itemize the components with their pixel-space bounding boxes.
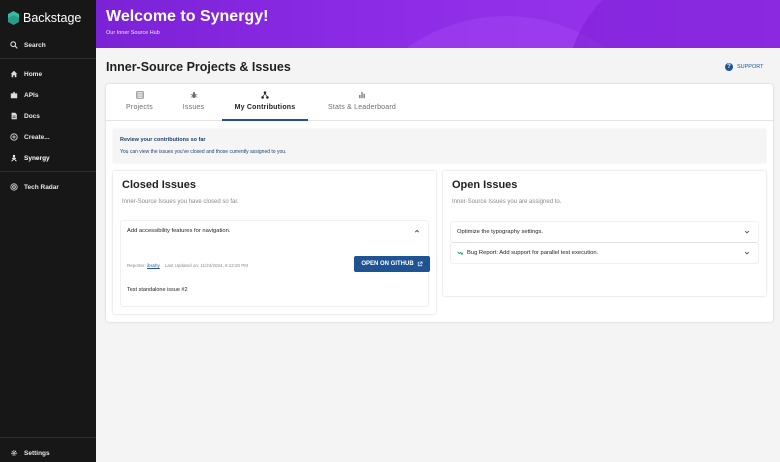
sidebar-item-search[interactable]: Search bbox=[0, 36, 96, 54]
tab-label: Projects bbox=[126, 104, 153, 111]
synergy-icon bbox=[11, 154, 17, 162]
closed-issues-title: Closed Issues bbox=[122, 179, 196, 191]
table-icon bbox=[135, 91, 144, 99]
banner-decoration bbox=[566, 0, 780, 48]
sidebar-item-tech-radar[interactable]: Tech Radar bbox=[0, 178, 96, 196]
sidebar-divider bbox=[0, 437, 96, 438]
reporter-link[interactable]: ibsshy bbox=[147, 263, 160, 268]
tab-issues[interactable]: Issues bbox=[173, 84, 214, 121]
tab-label: Stats & Leaderboard bbox=[327, 104, 396, 111]
sidebar-item-label: Synergy bbox=[24, 154, 50, 162]
issue-title: Add accessibility features for navigatio… bbox=[127, 228, 231, 234]
info-banner: Review your contributions so far You can… bbox=[113, 129, 766, 163]
add-circle-icon bbox=[10, 133, 18, 141]
header-banner: Welcome to Synergy! Our Inner Source Hub bbox=[96, 0, 780, 48]
bug-report-icon bbox=[457, 251, 463, 255]
search-icon bbox=[10, 41, 18, 49]
chevron-down-icon bbox=[744, 230, 750, 234]
chevron-up-icon bbox=[414, 229, 420, 233]
help-icon: ? bbox=[725, 63, 733, 71]
open-issues-title: Open Issues bbox=[452, 179, 518, 191]
backstage-logo-icon bbox=[8, 11, 19, 25]
open-on-github-button[interactable]: OPEN ON GITHUB bbox=[354, 256, 430, 272]
last-updated: Last Updated on: 11/24/2024, 6:12:20 PM bbox=[164, 263, 249, 268]
sidebar-item-synergy[interactable]: Synergy bbox=[0, 149, 96, 167]
button-label: OPEN ON GITHUB bbox=[361, 261, 414, 267]
sidebar-item-label: Search bbox=[24, 41, 46, 49]
tab-stats-leaderboard[interactable]: Stats & Leaderboard bbox=[318, 84, 406, 121]
tab-projects[interactable]: Projects bbox=[106, 84, 173, 121]
tab-my-contributions[interactable]: My Contributions bbox=[222, 84, 308, 121]
sidebar-item-label: Docs bbox=[24, 112, 40, 120]
accordion-header[interactable]: Optimize the typography settings. bbox=[451, 222, 758, 242]
issue-body: Test standalone issue #2 bbox=[127, 287, 188, 293]
reporter-label: Reporter: bbox=[127, 263, 146, 268]
sidebar: Backstage Search Home APIs Docs Create..… bbox=[0, 0, 96, 462]
gear-icon bbox=[11, 450, 17, 456]
sidebar-item-settings[interactable]: Settings bbox=[0, 444, 96, 462]
info-text: You can view the issues you've closed an… bbox=[120, 149, 287, 155]
backstage-logo[interactable]: Backstage bbox=[8, 11, 81, 25]
tab-label: Issues bbox=[182, 104, 205, 111]
open-issues-description: Inner-Source Issues you are assigned to. bbox=[452, 199, 562, 205]
sidebar-item-create[interactable]: Create... bbox=[0, 128, 96, 146]
page-title: Inner-Source Projects & Issues bbox=[106, 60, 291, 74]
active-tab-indicator bbox=[222, 119, 308, 121]
support-button[interactable]: ? SUPPORT bbox=[725, 63, 764, 71]
sidebar-item-home[interactable]: Home bbox=[0, 65, 96, 83]
issue-title: Bug Report: Add support for parallel tes… bbox=[467, 250, 599, 256]
support-label: SUPPORT bbox=[737, 64, 764, 70]
accordion-header[interactable]: Add accessibility features for navigatio… bbox=[121, 221, 428, 241]
banner-title: Welcome to Synergy! bbox=[106, 8, 269, 25]
radar-icon bbox=[10, 183, 18, 191]
sidebar-item-apis[interactable]: APIs bbox=[0, 86, 96, 104]
brand-name: Backstage bbox=[23, 11, 82, 25]
sidebar-item-label: APIs bbox=[24, 91, 39, 99]
accordion-header[interactable]: Bug Report: Add support for parallel tes… bbox=[451, 243, 758, 263]
sidebar-item-label: Tech Radar bbox=[24, 183, 59, 191]
issue-meta: Reporter: ibsshy Last Updated on: 11/24/… bbox=[127, 263, 248, 268]
open-issue-accordion: Optimize the typography settings. bbox=[451, 222, 758, 242]
closed-issue-accordion: Add accessibility features for navigatio… bbox=[121, 221, 430, 306]
bug-icon bbox=[190, 91, 197, 99]
open-issue-accordion: Bug Report: Add support for parallel tes… bbox=[451, 243, 758, 263]
info-title: Review your contributions so far bbox=[120, 137, 206, 143]
hierarchy-icon bbox=[261, 91, 269, 99]
home-icon bbox=[10, 70, 18, 78]
docs-icon bbox=[11, 112, 17, 120]
extension-icon bbox=[10, 91, 18, 99]
sidebar-divider bbox=[0, 58, 96, 59]
chevron-down-icon bbox=[744, 251, 750, 255]
closed-issues-description: Inner-Source Issues you have closed so f… bbox=[122, 199, 239, 205]
banner-subtitle: Our Inner Source Hub bbox=[106, 30, 160, 36]
tab-bar: Projects Issues My Contributions Stats &… bbox=[106, 84, 773, 121]
external-link-icon bbox=[417, 261, 423, 267]
sidebar-item-label: Settings bbox=[24, 449, 50, 457]
sidebar-divider bbox=[0, 171, 96, 172]
sidebar-item-label: Create... bbox=[24, 133, 50, 141]
open-issues-panel: Open Issues Inner-Source Issues you are … bbox=[443, 171, 766, 296]
issue-title: Optimize the typography settings. bbox=[457, 229, 544, 235]
sidebar-item-label: Home bbox=[24, 70, 43, 78]
tab-label: My Contributions bbox=[234, 104, 296, 111]
main-card: Projects Issues My Contributions Stats &… bbox=[106, 84, 773, 322]
bar-chart-icon bbox=[359, 92, 365, 99]
sidebar-item-docs[interactable]: Docs bbox=[0, 107, 96, 125]
closed-issues-panel: Closed Issues Inner-Source Issues you ha… bbox=[113, 171, 436, 314]
